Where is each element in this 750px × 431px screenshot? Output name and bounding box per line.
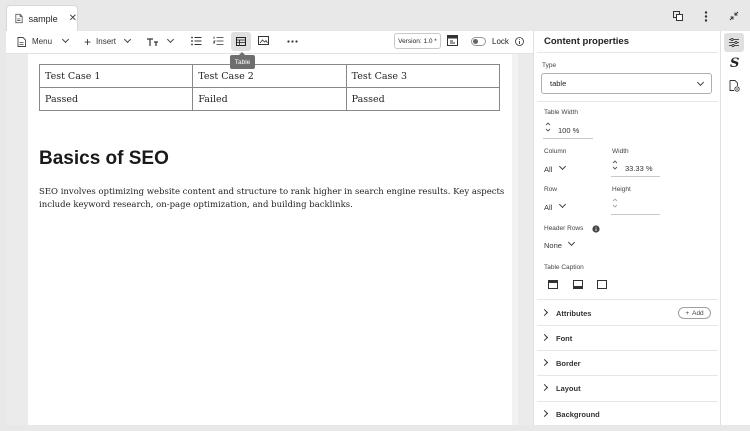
table-row: Passed Failed Passed xyxy=(38,87,501,111)
tab-sample[interactable]: sample ✕ xyxy=(6,5,78,31)
lock-toggle[interactable] xyxy=(471,37,486,46)
split-view-icon[interactable] xyxy=(673,11,683,21)
more-vertical-icon[interactable] xyxy=(704,11,708,22)
divider xyxy=(537,325,718,326)
table-cell[interactable]: Passed xyxy=(38,87,194,111)
plus-icon: + xyxy=(685,309,690,317)
properties-rail-button[interactable] xyxy=(724,33,744,52)
tab-bar xyxy=(0,0,750,31)
section-label: Border xyxy=(556,359,581,368)
type-select[interactable]: table xyxy=(541,73,712,94)
column-label: Column xyxy=(544,148,567,155)
chevron-down-icon xyxy=(61,35,70,44)
divider xyxy=(537,101,718,102)
table-cell[interactable]: Passed xyxy=(345,87,501,111)
table-cell[interactable]: Test Case 3 xyxy=(345,64,501,88)
row-label: Row xyxy=(544,186,558,193)
table-width-value[interactable]: 100 % xyxy=(558,126,579,135)
width-value[interactable]: 33.33 % xyxy=(625,164,653,173)
collapse-icon[interactable] xyxy=(729,11,739,21)
document-icon xyxy=(17,36,26,47)
section-label: Layout xyxy=(556,384,581,393)
numbered-list-icon[interactable] xyxy=(213,36,224,46)
chevron-down-icon xyxy=(696,78,705,87)
text-style-icon xyxy=(147,37,158,46)
caption-none-icon[interactable] xyxy=(597,280,607,289)
table-caption-label: Table Caption xyxy=(544,264,584,271)
divider xyxy=(537,52,718,53)
info-icon[interactable] xyxy=(592,225,600,233)
table-row: Test Case 1 Test Case 2 Test Case 3 xyxy=(38,64,501,88)
version-history-icon[interactable] xyxy=(447,35,458,46)
table-button[interactable] xyxy=(231,32,251,51)
table-width-label: Table Width xyxy=(544,109,578,116)
sliders-icon xyxy=(729,38,739,47)
input-underline xyxy=(611,176,660,177)
divider xyxy=(537,350,718,351)
stepper-icon[interactable] xyxy=(612,159,618,171)
chevron-down-icon xyxy=(166,35,175,44)
menu-label: Menu xyxy=(32,37,53,46)
version-badge[interactable]: Version: 1.0 * xyxy=(394,33,441,49)
panel-title: Content properties xyxy=(544,36,629,47)
document-settings-icon[interactable] xyxy=(729,80,740,92)
editor-scrollbar[interactable] xyxy=(512,54,518,425)
bottom-bar xyxy=(0,425,750,431)
type-value: table xyxy=(550,79,567,88)
column-select[interactable]: All xyxy=(544,165,552,174)
styles-icon[interactable]: S xyxy=(730,56,739,71)
width-label: Width xyxy=(612,148,629,155)
tab-title: sample xyxy=(28,13,58,24)
plus-icon: + xyxy=(84,34,92,49)
caption-bottom-icon[interactable] xyxy=(573,280,583,289)
header-rows-select[interactable]: None xyxy=(544,241,562,250)
insert-label: Insert xyxy=(96,37,117,46)
add-label: Add xyxy=(692,309,704,317)
menu-button[interactable]: Menu xyxy=(17,31,70,52)
divider xyxy=(537,299,718,300)
stepper-icon[interactable] xyxy=(612,197,618,209)
stepper-icon[interactable] xyxy=(545,121,551,133)
more-horizontal-icon[interactable] xyxy=(287,40,298,43)
row-select[interactable]: All xyxy=(544,203,552,212)
tab-close-icon[interactable]: ✕ xyxy=(69,13,77,24)
document-table[interactable]: Test Case 1 Test Case 2 Test Case 3 Pass… xyxy=(38,64,501,111)
header-rows-label: Header Rows xyxy=(544,225,584,232)
type-label: Type xyxy=(542,62,557,69)
text-style-button[interactable] xyxy=(146,31,175,52)
table-icon xyxy=(236,37,246,46)
section-label: Font xyxy=(556,334,573,343)
divider xyxy=(537,401,718,402)
add-attribute-button[interactable]: + Add xyxy=(678,307,711,319)
table-cell[interactable]: Failed xyxy=(192,87,347,111)
chevron-down-icon xyxy=(123,35,132,44)
insert-button[interactable]: + Insert xyxy=(84,31,132,52)
document-icon xyxy=(15,13,23,24)
input-underline xyxy=(611,214,660,215)
input-underline xyxy=(543,138,593,139)
caption-top-icon[interactable] xyxy=(548,280,558,289)
document-heading[interactable]: Basics of SEO xyxy=(39,148,169,170)
height-label: Height xyxy=(612,186,631,193)
document-paragraph[interactable]: SEO involves optimizing website content … xyxy=(39,186,507,212)
divider xyxy=(537,375,718,376)
lock-label: Lock xyxy=(492,37,509,46)
toolbar: Menu + Insert Version: 1.0 * Lock xyxy=(6,31,533,54)
table-tooltip: Table xyxy=(230,52,255,69)
table-cell[interactable]: Test Case 1 xyxy=(38,64,194,88)
info-icon[interactable] xyxy=(515,37,524,46)
image-icon[interactable] xyxy=(258,36,269,45)
bullet-list-icon[interactable] xyxy=(191,36,202,46)
section-label: Background xyxy=(556,410,600,419)
section-label: Attributes xyxy=(556,309,592,318)
table-cell[interactable]: Test Case 2 xyxy=(192,64,347,88)
